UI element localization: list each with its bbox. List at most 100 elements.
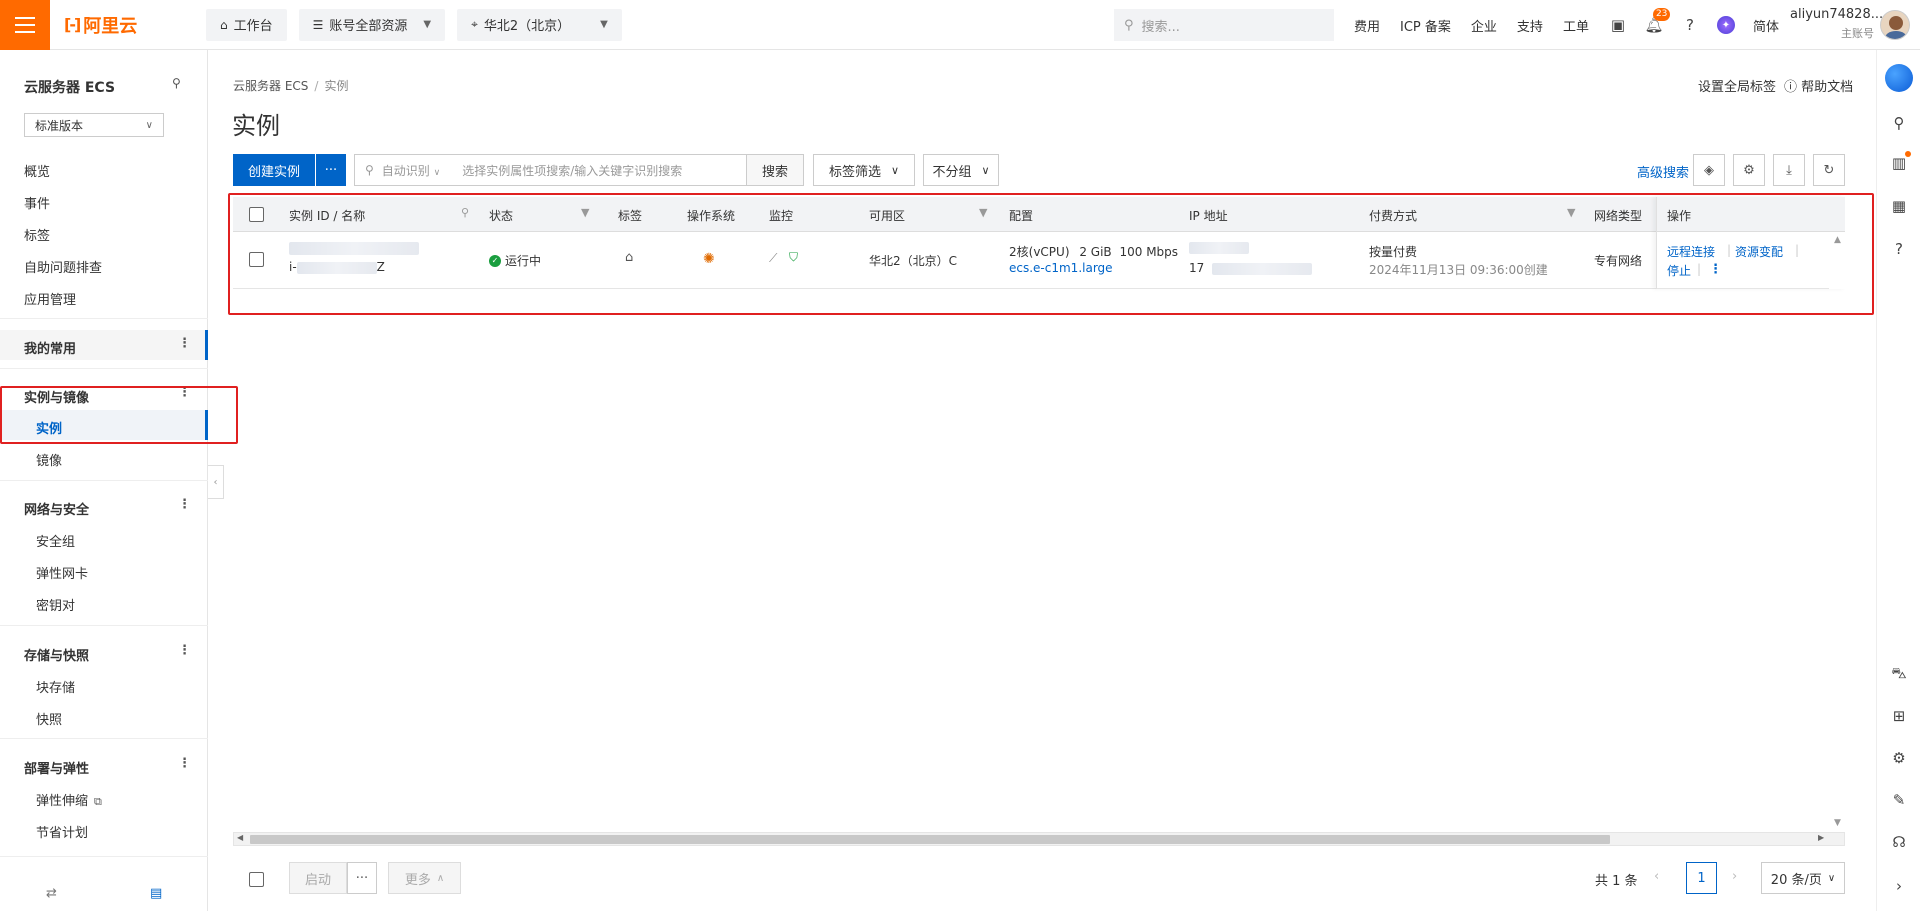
instance-search-input[interactable]: ⚲ 自动识别 ∨ 选择实例属性项搜索/输入关键字识别搜索 bbox=[354, 154, 747, 186]
assistant-orb-icon[interactable] bbox=[1885, 64, 1913, 92]
horizontal-scrollbar[interactable]: ◀ ▶ bbox=[233, 832, 1845, 846]
sidebar-collapse-handle[interactable]: ‹ bbox=[208, 465, 224, 499]
sidebar-item-app-management[interactable]: 应用管理 bbox=[24, 289, 76, 308]
top-link-ticket[interactable]: 工单 bbox=[1563, 16, 1589, 35]
more-label: 更多 bbox=[404, 872, 431, 888]
prev-page-icon[interactable]: ‹ bbox=[1654, 869, 1659, 884]
highlight-box-table bbox=[228, 193, 1874, 315]
more-vertical-icon[interactable]: ⋮ bbox=[178, 497, 191, 512]
account-resources-dropdown[interactable]: ☰ 账号全部资源 ▼ bbox=[298, 8, 446, 41]
user-role: 主账号 bbox=[1841, 27, 1874, 40]
sidebar-search-icon[interactable]: ⚲ bbox=[172, 76, 181, 90]
chevron-down-icon: ∨ bbox=[890, 163, 900, 177]
create-instance-button[interactable]: 创建实例 bbox=[233, 154, 315, 186]
advanced-search-link[interactable]: 高级搜索 bbox=[1637, 162, 1689, 181]
sdk-icon[interactable]: ⊞ bbox=[1889, 706, 1909, 726]
start-button[interactable]: 启动 bbox=[289, 862, 347, 894]
workbench-button[interactable]: ⌂ 工作台 bbox=[206, 8, 287, 41]
scrollbar-thumb[interactable] bbox=[250, 835, 1610, 844]
refresh-icon[interactable]: ↻ bbox=[1813, 154, 1845, 186]
help-docs-label: 帮助文档 bbox=[1801, 80, 1854, 95]
more-dropdown-button[interactable]: 更多 ∧ bbox=[388, 862, 461, 894]
sidebar-item-security-groups[interactable]: 安全组 bbox=[36, 531, 75, 550]
more-vertical-icon[interactable]: ⋮ bbox=[178, 643, 191, 658]
headset-icon[interactable]: ☊ bbox=[1889, 832, 1909, 852]
scroll-down-arrow[interactable]: ▼ bbox=[1834, 818, 1841, 828]
top-link-enterprise[interactable]: 企业 bbox=[1471, 16, 1497, 35]
more-actions-button[interactable]: ··· bbox=[347, 862, 377, 894]
sidebar-group-deploy-elastic[interactable]: 部署与弹性 bbox=[24, 758, 89, 777]
top-link-billing[interactable]: 费用 bbox=[1354, 16, 1380, 35]
chevron-right-icon[interactable]: › bbox=[1889, 876, 1909, 896]
resource-stack-icon: ☰ bbox=[312, 17, 324, 32]
sidebar-item-tags[interactable]: 标签 bbox=[24, 225, 50, 244]
calculator-icon[interactable]: ▦ bbox=[1889, 196, 1909, 216]
top-link-support[interactable]: 支持 bbox=[1517, 16, 1543, 35]
top-links-group: 费用 ICP 备案 企业 支持 工单 ▣ 🔔︎ 23 ? ✦ 简体 bbox=[1354, 0, 1799, 50]
external-link-icon: ⧉ bbox=[94, 795, 102, 808]
page-size-select[interactable]: 20 条/页 ∨ bbox=[1761, 862, 1845, 894]
sidebar-item-auto-scaling[interactable]: 弹性伸缩 ⧉ bbox=[36, 790, 102, 809]
sidebar-item-troubleshoot[interactable]: 自助问题排查 bbox=[24, 257, 102, 276]
global-search-input[interactable]: ⚲ 搜索... bbox=[1114, 9, 1334, 41]
language-switch[interactable]: 简体 bbox=[1753, 16, 1779, 35]
download-icon[interactable]: ⤓ bbox=[1773, 154, 1805, 186]
gear-icon[interactable]: ⚙ bbox=[1889, 748, 1909, 768]
top-link-icp[interactable]: ICP 备案 bbox=[1400, 16, 1451, 35]
help-circle-icon[interactable]: ? bbox=[1889, 239, 1909, 259]
sidebar-group-favorites[interactable]: 我的常用 bbox=[24, 338, 76, 357]
region-dropdown[interactable]: ⌖ 华北2（北京） ▼ bbox=[457, 8, 622, 41]
gear-icon[interactable]: ⚙ bbox=[1733, 154, 1765, 186]
sidebar-item-savings-plan[interactable]: 节省计划 bbox=[36, 822, 88, 841]
search-icon: ⚲ bbox=[1124, 17, 1134, 33]
help-docs-link[interactable]: ⓘ 帮助文档 bbox=[1784, 76, 1853, 95]
group-by-select[interactable]: 不分组 ∨ bbox=[923, 154, 999, 186]
breadcrumb-ecs[interactable]: 云服务器 ECS bbox=[233, 79, 308, 93]
bell-icon[interactable]: 🔔︎ 23 bbox=[1644, 8, 1671, 34]
scroll-left-arrow[interactable]: ◀ bbox=[237, 833, 243, 842]
sidebar-item-events[interactable]: 事件 bbox=[24, 193, 50, 212]
global-tags-link[interactable]: 设置全局标签 bbox=[1698, 76, 1776, 95]
page-1-button[interactable]: 1 bbox=[1686, 862, 1717, 894]
right-toolbar: ⚲ ▥ ▦ ? ⛍ ⊞ ⚙ ✎ ☊ › bbox=[1876, 50, 1920, 911]
sidebar-group-storage-snapshots[interactable]: 存储与快照 bbox=[24, 645, 89, 664]
sidebar-item-images[interactable]: 镜像 bbox=[36, 450, 62, 469]
switch-icon[interactable]: ⇄ bbox=[46, 886, 57, 901]
user-account[interactable]: aliyun74828... 主账号 bbox=[1790, 7, 1883, 41]
book-icon[interactable]: ▥ bbox=[1889, 151, 1911, 173]
divider bbox=[0, 738, 208, 739]
hamburger-menu-button[interactable] bbox=[0, 0, 50, 50]
next-page-icon[interactable]: › bbox=[1732, 869, 1737, 884]
sidebar-item-keypairs[interactable]: 密钥对 bbox=[36, 595, 75, 614]
sidebar-item-snapshots[interactable]: 快照 bbox=[36, 709, 62, 728]
search-button[interactable]: 搜索 bbox=[746, 154, 804, 186]
feedback-icon[interactable]: ▤ bbox=[150, 886, 162, 901]
create-more-button[interactable]: ··· bbox=[316, 154, 346, 186]
search-icon[interactable]: ⚲ bbox=[1889, 113, 1909, 133]
version-select[interactable]: 标准版本 ∨ bbox=[24, 113, 164, 137]
search-icon: ⚲ bbox=[365, 163, 374, 177]
cart-icon[interactable]: ⛍ bbox=[1889, 664, 1909, 684]
chevron-down-icon: ∨ bbox=[981, 163, 990, 177]
sidebar-group-network-security[interactable]: 网络与安全 bbox=[24, 499, 89, 518]
aliyun-logo[interactable]: [-] 阿里云 bbox=[64, 12, 164, 38]
footer-select-all-checkbox[interactable] bbox=[249, 872, 264, 887]
search-mode-select[interactable]: 自动识别 ∨ bbox=[382, 162, 440, 179]
more-vertical-icon[interactable]: ⋮ bbox=[178, 336, 191, 351]
sidebar-item-block-storage[interactable]: 块存储 bbox=[36, 677, 75, 696]
search-placeholder: 选择实例属性项搜索/输入关键字识别搜索 bbox=[462, 163, 683, 178]
more-vertical-icon[interactable]: ⋮ bbox=[178, 756, 191, 771]
help-circle-icon[interactable]: ? bbox=[1681, 16, 1699, 34]
divider bbox=[0, 318, 208, 319]
page-title: 实例 bbox=[232, 112, 280, 140]
terminal-icon[interactable]: ▣ bbox=[1609, 16, 1627, 34]
tag-filter-button[interactable]: 标签筛选 ∨ bbox=[813, 154, 915, 186]
scroll-right-arrow[interactable]: ▶ bbox=[1818, 833, 1824, 842]
sidebar-item-eni[interactable]: 弹性网卡 bbox=[36, 563, 88, 582]
sidebar-item-overview[interactable]: 概览 bbox=[24, 161, 50, 180]
table-footer: 启动 ··· 更多 ∧ 共 1 条 ‹ 1 › 20 条/页 ∨ bbox=[233, 862, 1845, 898]
ai-assistant-icon[interactable]: ✦ bbox=[1716, 16, 1735, 34]
edit-icon[interactable]: ✎ bbox=[1889, 790, 1909, 810]
layers-icon[interactable]: ◈ bbox=[1693, 154, 1725, 186]
user-avatar[interactable] bbox=[1880, 10, 1910, 40]
